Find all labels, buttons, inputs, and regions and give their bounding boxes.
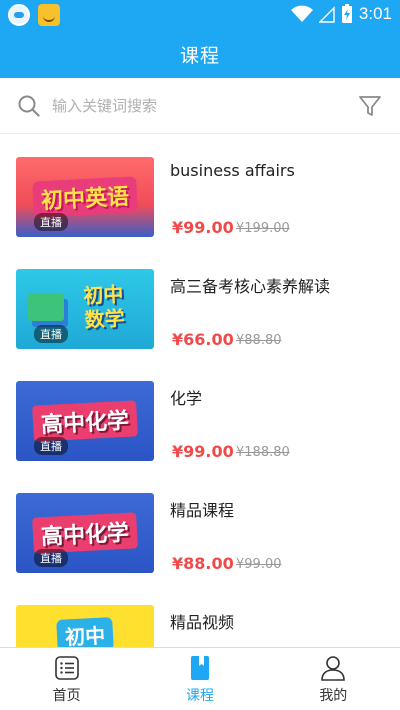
battery-charging-icon [341, 4, 352, 23]
course-thumbnail[interactable]: 初中 [16, 605, 154, 647]
filter-icon[interactable] [358, 94, 382, 118]
course-item[interactable]: 初中数学 直播 高三备考核心素养解读 ¥66.00 ¥88.80 [0, 247, 400, 359]
course-list: 初中英语 直播 business affairs ¥99.00 ¥199.00 … [0, 135, 400, 647]
course-name: 精品课程 [170, 501, 235, 520]
nav-courses-label: 课程 [185, 688, 214, 704]
thumbnail-title: 高中化学 [32, 400, 138, 442]
course-thumbnail[interactable]: 初中英语 直播 [16, 157, 154, 237]
course-price: ¥99.00 [172, 218, 234, 237]
course-item[interactable]: 初中英语 直播 business affairs ¥99.00 ¥199.00 [0, 135, 400, 247]
course-original-price: ¥188.80 [236, 445, 290, 460]
home-list-icon [54, 656, 79, 680]
status-indicators: 3:01 [290, 4, 392, 24]
course-item[interactable]: 高中化学 直播 化学 ¥99.00 ¥188.80 [0, 359, 400, 471]
course-thumbnail[interactable]: 初中数学 直播 [16, 269, 154, 349]
course-name: 化学 [170, 389, 203, 408]
search-bar [0, 78, 400, 134]
course-name: business affairs [170, 161, 295, 180]
notification-icons [8, 4, 60, 26]
thumbnail-title: 初中 [56, 617, 114, 647]
course-item[interactable]: 初中 精品视频 [0, 583, 400, 647]
shopping-bag-icon [38, 4, 60, 26]
app-notification-icon [8, 4, 30, 26]
signal-icon [318, 6, 335, 23]
course-original-price: ¥99.00 [236, 557, 282, 572]
course-book-icon [190, 656, 209, 680]
nav-profile[interactable]: 我的 [267, 648, 400, 710]
course-thumbnail[interactable]: 高中化学 直播 [16, 381, 154, 461]
search-input[interactable] [52, 90, 342, 122]
live-badge: 直播 [34, 437, 68, 455]
nav-courses[interactable]: 课程 [133, 648, 266, 710]
header: 课程 [0, 30, 400, 78]
course-price: ¥99.00 [172, 442, 234, 461]
wifi-icon [290, 5, 313, 22]
thumbnail-title: 初中数学 [83, 282, 126, 333]
clock: 3:01 [358, 4, 392, 23]
nav-profile-label: 我的 [319, 688, 348, 704]
course-thumbnail[interactable]: 高中化学 直播 [16, 493, 154, 573]
course-original-price: ¥199.00 [236, 221, 290, 236]
course-price: ¥88.00 [172, 554, 234, 573]
status-bar: 3:01 [0, 0, 400, 30]
live-badge: 直播 [34, 549, 68, 567]
course-name: 高三备考核心素养解读 [170, 277, 331, 296]
page-title: 课程 [179, 44, 220, 67]
course-original-price: ¥88.80 [236, 333, 282, 348]
course-item[interactable]: 高中化学 直播 精品课程 ¥88.00 ¥99.00 [0, 471, 400, 583]
course-price: ¥66.00 [172, 330, 234, 349]
thumbnail-title: 高中化学 [32, 512, 138, 554]
thumbnail-title: 初中英语 [32, 176, 138, 218]
bottom-nav: 首页 课程 我的 [0, 647, 400, 710]
live-badge: 直播 [34, 325, 68, 343]
book-illustration [28, 293, 64, 321]
nav-home[interactable]: 首页 [0, 648, 133, 710]
profile-icon [321, 656, 346, 681]
top-bar: 3:01 课程 [0, 0, 400, 78]
live-badge: 直播 [34, 213, 68, 231]
search-icon[interactable] [18, 95, 40, 117]
course-name: 精品视频 [170, 613, 235, 632]
nav-home-label: 首页 [52, 688, 81, 704]
